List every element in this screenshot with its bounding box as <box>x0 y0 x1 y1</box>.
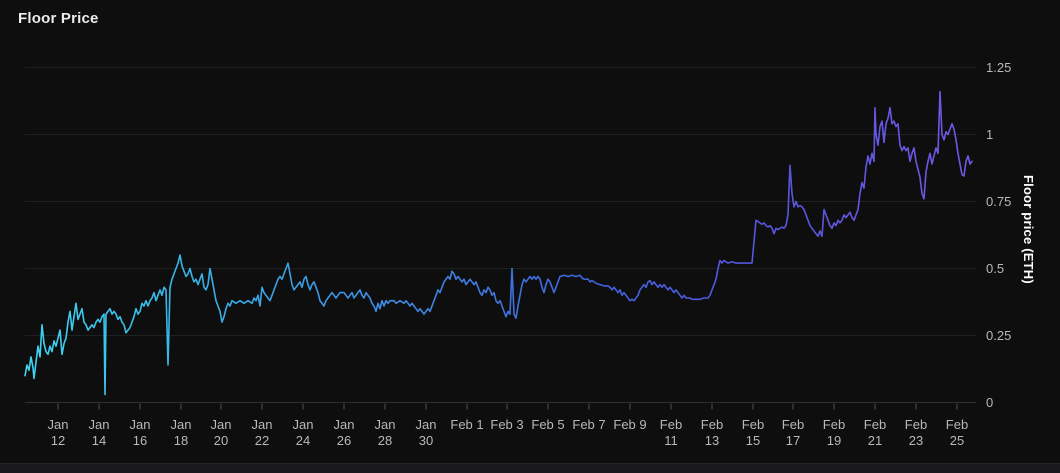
line-chart-canvas[interactable] <box>0 0 1060 473</box>
x-tick-label: Jan20 <box>198 417 244 449</box>
x-tick-label: Jan14 <box>76 417 122 449</box>
x-tick-label: Feb 3 <box>484 417 530 433</box>
y-tick-label: 0 <box>986 395 1032 411</box>
x-tick-label: Jan30 <box>403 417 449 449</box>
x-tick-label: Jan26 <box>321 417 367 449</box>
x-tick-label: Feb 9 <box>607 417 653 433</box>
x-tick-label: Jan12 <box>35 417 81 449</box>
x-tick-label: Jan16 <box>117 417 163 449</box>
x-tick-label: Feb17 <box>770 417 816 449</box>
x-tick-label: Feb19 <box>811 417 857 449</box>
floor-price-line <box>25 92 972 395</box>
x-tick-label: Feb23 <box>893 417 939 449</box>
x-tick-label: Feb13 <box>689 417 735 449</box>
y-axis-title: Floor price (ETH) <box>1021 175 1036 297</box>
x-tick-label: Feb25 <box>934 417 980 449</box>
bottom-panel-edge <box>0 463 1060 473</box>
x-tick-label: Jan28 <box>362 417 408 449</box>
x-tick-label: Feb 5 <box>525 417 571 433</box>
x-tick-label: Feb 7 <box>566 417 612 433</box>
y-tick-label: 1.25 <box>986 60 1032 76</box>
x-tick-label: Feb11 <box>648 417 694 449</box>
y-tick-label: 0.25 <box>986 328 1032 344</box>
floor-price-chart: 00.250.50.7511.25 Jan12Jan14Jan16Jan18Ja… <box>0 0 1060 473</box>
x-tick-label: Feb21 <box>852 417 898 449</box>
x-tick-label: Jan24 <box>280 417 326 449</box>
x-tick-label: Jan22 <box>239 417 285 449</box>
y-tick-label: 1 <box>986 127 1032 143</box>
